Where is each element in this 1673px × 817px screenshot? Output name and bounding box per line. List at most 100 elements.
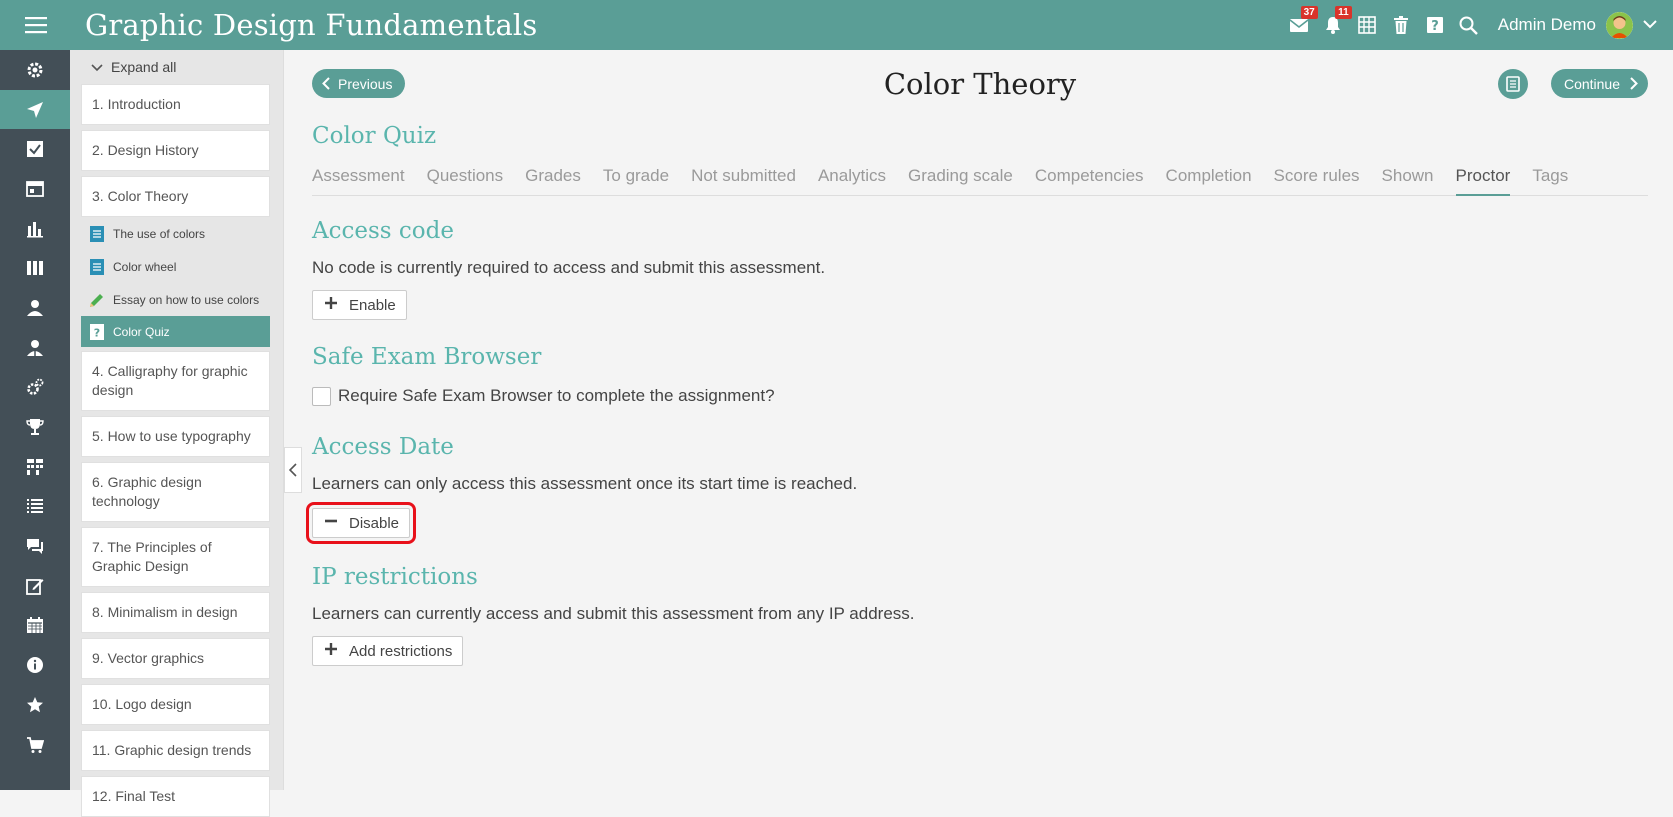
- tab-questions[interactable]: Questions: [427, 156, 504, 196]
- search-icon[interactable]: [1452, 0, 1486, 50]
- outline-unit[interactable]: 7. The Principles of Graphic Design: [81, 527, 270, 587]
- tab-competencies[interactable]: Competencies: [1035, 156, 1144, 196]
- outline-unit[interactable]: 3. Color Theory: [81, 176, 270, 217]
- seb-checkbox[interactable]: [312, 386, 331, 406]
- course-outline: Expand all 1. Introduction 2. Design His…: [70, 50, 284, 817]
- tab-assessment[interactable]: Assessment: [312, 156, 405, 196]
- tab-to-grade[interactable]: To grade: [603, 156, 669, 196]
- outline-unit[interactable]: 10. Logo design: [81, 684, 270, 725]
- outline-unit[interactable]: 9. Vector graphics: [81, 638, 270, 679]
- tab-analytics[interactable]: Analytics: [818, 156, 886, 196]
- outline-subitem-label: Color Quiz: [113, 324, 170, 339]
- enable-label: Enable: [349, 296, 396, 314]
- continue-label: Continue: [1563, 75, 1620, 92]
- minus-icon: [325, 514, 337, 532]
- ip-heading: IP restrictions: [312, 564, 478, 590]
- trash-icon[interactable]: [1384, 0, 1418, 50]
- help-icon[interactable]: ?: [1418, 0, 1452, 50]
- assignments-icon[interactable]: [0, 129, 70, 169]
- tab-completion[interactable]: Completion: [1166, 156, 1252, 196]
- cart-icon[interactable]: [0, 725, 70, 765]
- admin-settings-icon[interactable]: [0, 368, 70, 408]
- outline-subitem[interactable]: Color wheel: [81, 250, 270, 283]
- seb-option: Require Safe Exam Browser to complete th…: [312, 386, 1648, 406]
- info-icon[interactable]: [0, 645, 70, 685]
- tab-not-submitted[interactable]: Not submitted: [691, 156, 796, 196]
- quiz-tabs: Assessment Questions Grades To grade Not…: [312, 156, 1648, 196]
- calendar-grid-icon[interactable]: [1350, 0, 1384, 50]
- add-restrictions-button[interactable]: Add restrictions: [312, 636, 464, 666]
- user-icon[interactable]: [0, 288, 70, 328]
- chat-icon[interactable]: [0, 526, 70, 566]
- quiz-title: Color Quiz: [312, 123, 437, 149]
- seb-heading: Safe Exam Browser: [312, 344, 542, 370]
- enable-access-code-button[interactable]: Enable: [312, 290, 407, 320]
- tab-grades[interactable]: Grades: [525, 156, 581, 196]
- top-bar: Graphic Design Fundamentals 37 11 ? Admi…: [0, 0, 1673, 50]
- trophy-icon[interactable]: [0, 407, 70, 447]
- pencil-icon: [89, 292, 105, 308]
- outline-subitem[interactable]: The use of colors: [81, 217, 270, 250]
- settings-icon[interactable]: [0, 50, 70, 90]
- outline-unit[interactable]: 6. Graphic design technology: [81, 462, 270, 522]
- avatar[interactable]: [1606, 11, 1633, 39]
- catalog-icon[interactable]: [0, 169, 70, 209]
- outline-unit[interactable]: 1. Introduction: [81, 84, 270, 125]
- app-title: Graphic Design Fundamentals: [85, 8, 538, 42]
- ip-text: Learners can currently access and submit…: [312, 604, 915, 623]
- document-icon: [89, 225, 105, 242]
- notifications-icon[interactable]: 11: [1316, 0, 1352, 50]
- previous-label: Previous: [338, 75, 393, 92]
- quiz-icon: ?: [89, 323, 105, 340]
- tab-score-rules[interactable]: Score rules: [1274, 156, 1360, 196]
- reports-icon[interactable]: [0, 209, 70, 249]
- outline-subitem-active[interactable]: ? Color Quiz: [81, 316, 270, 347]
- outline-subitem-label: Essay on how to use colors: [113, 292, 260, 307]
- expand-all-label: Expand all: [111, 59, 177, 75]
- tab-grading-scale[interactable]: Grading scale: [908, 156, 1013, 196]
- collapse-sidebar-button[interactable]: [284, 447, 302, 493]
- outline-subitem[interactable]: Essay on how to use colors: [81, 283, 270, 316]
- outline-unit[interactable]: 5. How to use typography: [81, 416, 270, 457]
- modules-icon[interactable]: [0, 447, 70, 487]
- plus-icon: [325, 642, 337, 660]
- plus-icon: [325, 296, 337, 314]
- outline-unit[interactable]: 8. Minimalism in design: [81, 592, 270, 633]
- disable-access-date-button[interactable]: Disable: [305, 502, 417, 544]
- outline-unit[interactable]: 4. Calligraphy for graphic design: [81, 351, 270, 411]
- chevron-down-icon[interactable]: [1643, 16, 1657, 34]
- outline-subitem-label: The use of colors: [113, 226, 206, 241]
- navigation-icon[interactable]: [0, 89, 70, 130]
- access-code-text: No code is currently required to access …: [312, 258, 826, 277]
- tab-tags[interactable]: Tags: [1532, 156, 1568, 196]
- notes-button[interactable]: [1498, 69, 1528, 99]
- lesson-title: Color Theory: [883, 67, 1077, 101]
- expand-all-button[interactable]: Expand all: [70, 50, 283, 84]
- outline-unit[interactable]: 11. Graphic design trends: [81, 730, 270, 771]
- star-icon[interactable]: [0, 685, 70, 725]
- instructor-icon[interactable]: [0, 328, 70, 368]
- menu-icon[interactable]: [0, 0, 72, 50]
- access-date-heading: Access Date: [312, 434, 454, 460]
- outline-unit[interactable]: 12. Final Test: [81, 776, 270, 817]
- icon-rail: [0, 50, 70, 790]
- outline-subitem-label: Color wheel: [113, 259, 177, 274]
- notebook-icon: [1506, 76, 1520, 92]
- document-icon: [89, 258, 105, 275]
- tab-shown[interactable]: Shown: [1382, 156, 1434, 196]
- previous-button[interactable]: Previous: [312, 69, 406, 98]
- access-code-heading: Access code: [312, 218, 454, 244]
- tab-proctor[interactable]: Proctor: [1455, 156, 1511, 196]
- messages-icon[interactable]: 37: [1282, 0, 1318, 50]
- list-icon[interactable]: [0, 487, 70, 527]
- outline-unit[interactable]: 2. Design History: [81, 130, 270, 171]
- main-content: Previous Color Theory Continue Color Qui…: [305, 50, 1648, 790]
- chevron-down-icon: [91, 59, 103, 75]
- user-name[interactable]: Admin Demo: [1498, 15, 1596, 35]
- seb-checkbox-label: Require Safe Exam Browser to complete th…: [338, 386, 775, 405]
- continue-button[interactable]: Continue: [1550, 69, 1648, 98]
- edit-icon[interactable]: [0, 566, 70, 606]
- library-icon[interactable]: [0, 248, 70, 288]
- calendar-icon[interactable]: [0, 606, 70, 646]
- svg-text:?: ?: [94, 326, 100, 339]
